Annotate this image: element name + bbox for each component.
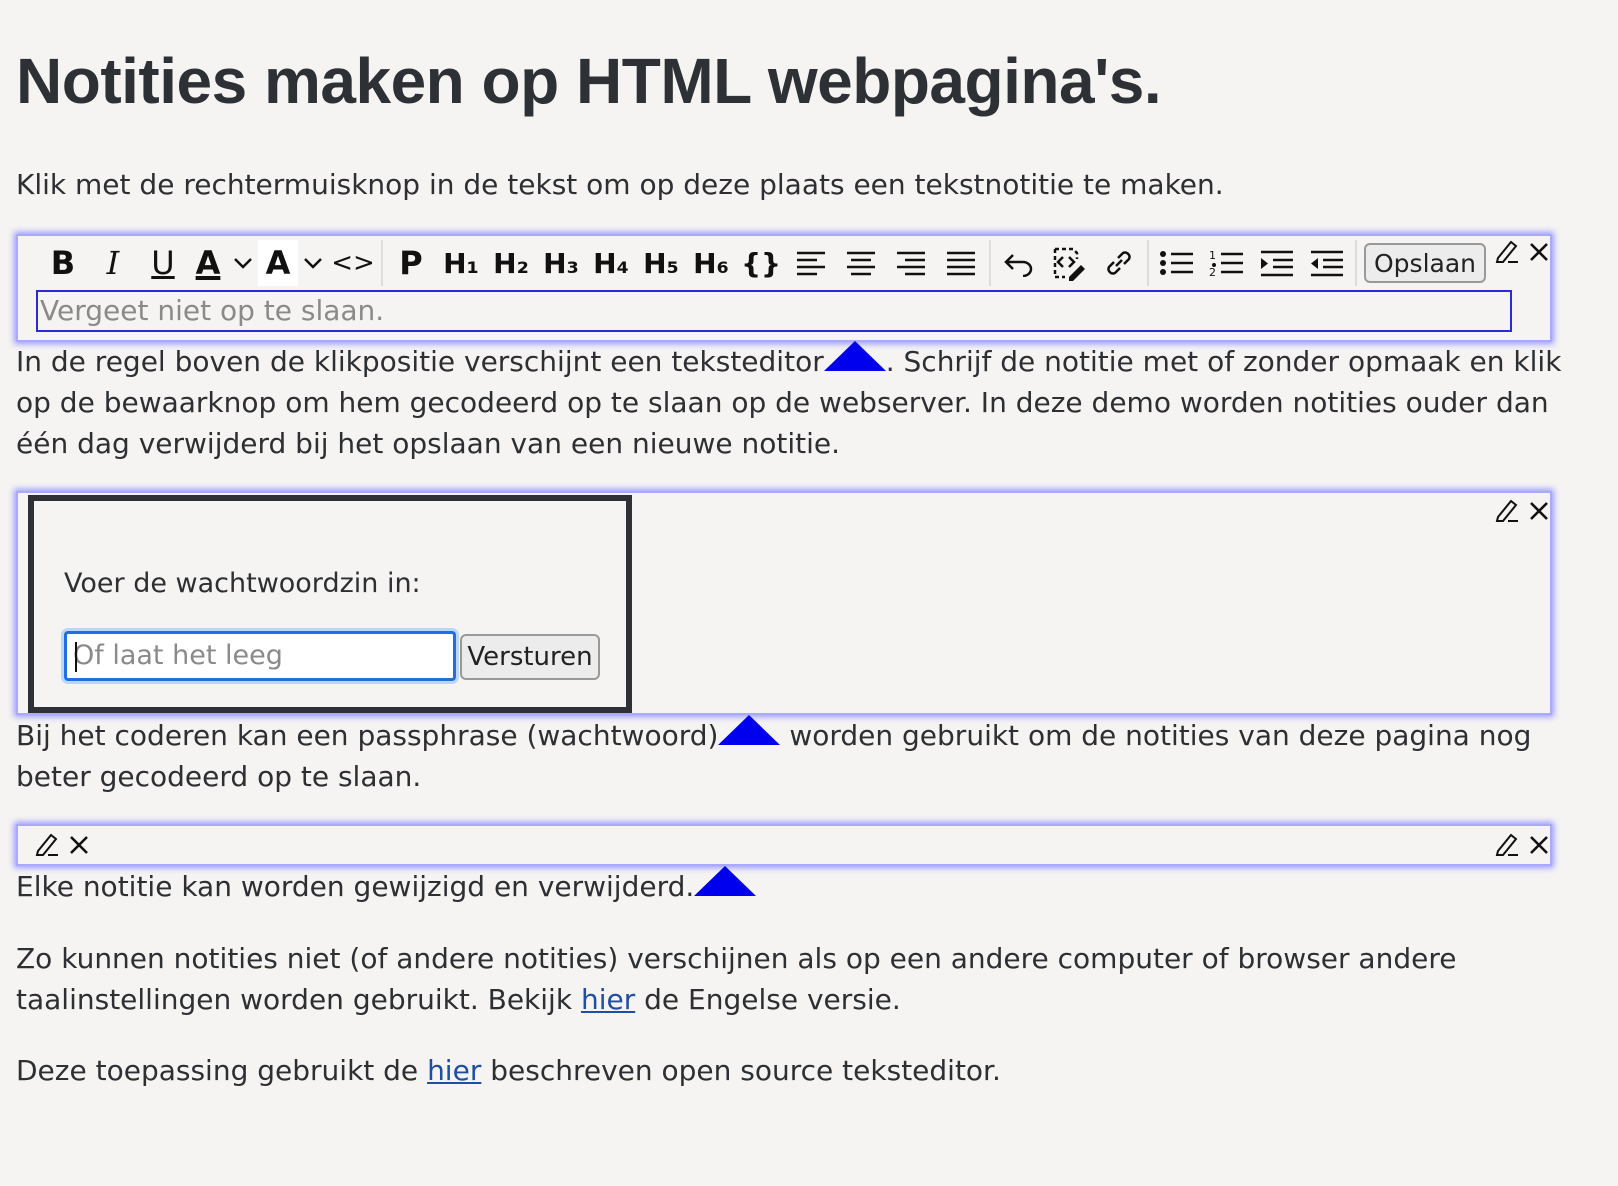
paragraph-5-after: beschreven open source teksteditor. [481, 1054, 1001, 1087]
note-marker-icon[interactable] [694, 866, 757, 896]
text-caret [75, 642, 77, 672]
bullet-list-icon [1160, 251, 1193, 275]
toolbar-divider [1355, 240, 1357, 286]
paragraph-4: Zo kunnen notities niet (of andere notit… [16, 938, 1576, 1020]
english-version-link[interactable]: hier [581, 983, 635, 1016]
italic-button[interactable]: I [88, 240, 138, 286]
align-right-button[interactable] [886, 240, 936, 286]
numbered-list-icon: 12 [1209, 249, 1243, 278]
font-color-button[interactable]: A [188, 240, 228, 286]
underline-button[interactable]: U [138, 240, 188, 286]
toolbar-divider [1147, 240, 1149, 286]
h4-button[interactable]: H₄ [586, 240, 636, 286]
close-icon[interactable] [1528, 834, 1550, 856]
h2-button[interactable]: H₂ [486, 240, 536, 286]
code-edit-icon [1053, 247, 1085, 281]
edit-pencil-icon[interactable] [34, 831, 60, 857]
paragraph-5-before: Deze toepassing gebruikt de [16, 1054, 428, 1087]
svg-text:1: 1 [1209, 249, 1216, 262]
password-label: Voer de wachtwoordzin in: [64, 568, 421, 599]
edit-pencil-icon[interactable] [1494, 238, 1520, 264]
toolbar-divider [989, 240, 991, 286]
password-dialog: Voer de wachtwoordzin in: Of laat het le… [28, 495, 632, 713]
undo-icon [1004, 254, 1033, 277]
paragraph-1-before: In de regel boven de klikpositie verschi… [16, 345, 824, 378]
h5-button[interactable]: H₅ [636, 240, 686, 286]
chevron-down-icon [234, 258, 252, 269]
paragraph-2: Bij het coderen kan een passphrase (wach… [16, 715, 1576, 797]
passphrase-input[interactable]: Of laat het leeg [64, 631, 456, 681]
close-icon[interactable] [1528, 241, 1550, 263]
highlight-button[interactable]: A [258, 240, 298, 286]
note-password: Voer de wachtwoordzin in: Of laat het le… [16, 491, 1552, 715]
code-block-button[interactable]: {} [736, 240, 786, 286]
close-icon[interactable] [68, 834, 90, 856]
paragraph-3-text: Elke notitie kan worden gewijzigd en ver… [16, 870, 695, 903]
note-marker-icon[interactable] [823, 341, 886, 371]
justify-button[interactable] [936, 240, 986, 286]
link-icon [1107, 251, 1131, 275]
edit-source-button[interactable] [1044, 240, 1094, 286]
save-button[interactable]: Opslaan [1364, 243, 1487, 283]
edit-pencil-icon[interactable] [1494, 497, 1520, 523]
svg-text:2: 2 [1209, 266, 1216, 278]
indent-icon [1261, 250, 1293, 277]
paragraph-4-after: de Engelse versie. [635, 983, 901, 1016]
paragraph-5: Deze toepassing gebruikt de hier beschre… [16, 1050, 1576, 1091]
outdent-icon [1311, 250, 1343, 277]
link-button[interactable] [1094, 240, 1144, 286]
note-collapsed [16, 824, 1552, 866]
h6-button[interactable]: H₆ [686, 240, 736, 286]
h1-button[interactable]: H₁ [436, 240, 486, 286]
note-marker-icon[interactable] [718, 715, 781, 745]
justify-icon [947, 251, 975, 276]
editor-toolbar: B I U A A <> P H₁ H₂ H₃ H₄ H₅ H₆ {} 1 2 … [38, 238, 1498, 288]
highlight-dropdown[interactable] [298, 240, 328, 286]
undo-button[interactable] [994, 240, 1044, 286]
paragraph-3: Elke notitie kan worden gewijzigd en ver… [16, 866, 1576, 907]
align-center-button[interactable] [836, 240, 886, 286]
toolbar-divider [381, 240, 383, 286]
note-editor-field[interactable]: Vergeet niet op te slaan. [36, 290, 1512, 332]
submit-button[interactable]: Versturen [460, 634, 600, 680]
h3-button[interactable]: H₃ [536, 240, 586, 286]
paragraph-button[interactable]: P [386, 240, 436, 286]
font-color-dropdown[interactable] [228, 240, 258, 286]
close-icon[interactable] [1528, 500, 1550, 522]
chevron-down-icon [304, 258, 322, 269]
paragraph-2-before: Bij het coderen kan een passphrase (wach… [16, 719, 719, 752]
inline-code-button[interactable]: <> [328, 240, 378, 286]
edit-pencil-icon[interactable] [1494, 831, 1520, 857]
page-title: Notities maken op HTML webpagina's. [16, 45, 1162, 117]
note-editor: B I U A A <> P H₁ H₂ H₃ H₄ H₅ H₆ {} 1 2 … [16, 234, 1552, 342]
align-left-icon [797, 251, 825, 276]
bullet-list-button[interactable] [1152, 240, 1202, 286]
outdent-button[interactable] [1302, 240, 1352, 286]
align-center-icon [847, 251, 875, 276]
indent-button[interactable] [1252, 240, 1302, 286]
bold-button[interactable]: B [38, 240, 88, 286]
align-right-icon [897, 251, 925, 276]
paragraph-1: In de regel boven de klikpositie verschi… [16, 341, 1576, 464]
align-left-button[interactable] [786, 240, 836, 286]
numbered-list-button[interactable]: 12 [1202, 240, 1252, 286]
intro-text: Klik met de rechtermuisknop in de tekst … [16, 168, 1224, 201]
editor-info-link[interactable]: hier [427, 1054, 481, 1087]
passphrase-placeholder: Of laat het leeg [73, 640, 283, 671]
